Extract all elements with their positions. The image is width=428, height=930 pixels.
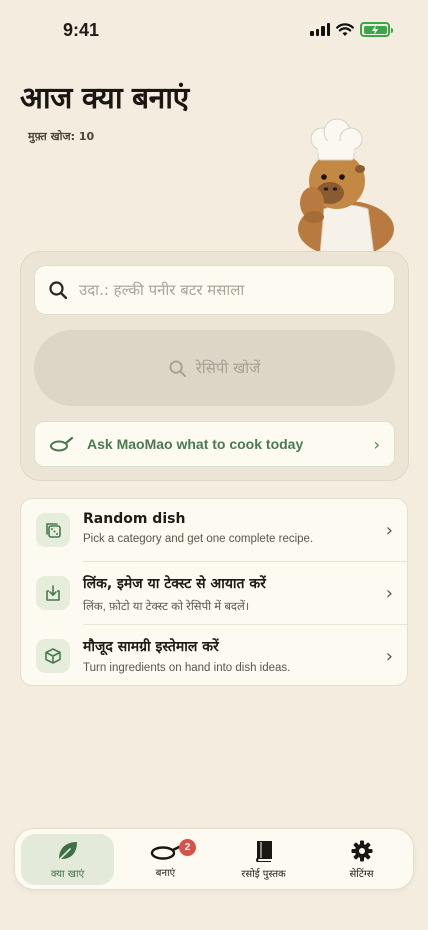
ask-maomao-label: Ask MaoMao what to cook today	[87, 436, 304, 452]
chevron-right-icon: ›	[385, 519, 393, 541]
gear-icon	[351, 840, 372, 861]
bottom-tab-bar: क्या खाएं 2 बनाएं रसोई पुस्तक सेटिंग्स	[14, 828, 414, 890]
options-list: Random dish Pick a category and get one …	[20, 498, 408, 686]
status-icons	[310, 22, 393, 37]
option-title: मौजूद सामग्री इस्तेमाल करें	[83, 639, 219, 655]
pan-icon	[150, 844, 182, 860]
wifi-icon	[336, 22, 354, 36]
battery-icon	[360, 22, 393, 37]
book-icon	[255, 840, 272, 862]
tab-label: सेटिंग्स	[349, 868, 374, 880]
search-icon	[49, 281, 67, 299]
search-recipe-button[interactable]: रेसिपी खोजें	[34, 330, 395, 406]
search-field[interactable]	[34, 265, 395, 315]
tab-what-to-eat[interactable]: क्या खाएं	[21, 834, 114, 885]
import-recipe-option[interactable]: लिंक, इमेज या टेक्स्ट से आयात करें लिंक,…	[21, 562, 407, 624]
tab-label: रसोई पुस्तक	[241, 868, 286, 880]
dice-icon	[36, 513, 70, 547]
use-ingredients-option[interactable]: मौजूद सामग्री इस्तेमाल करें Turn ingredi…	[21, 625, 407, 685]
option-subtitle: Turn ingredients on hand into dish ideas…	[83, 662, 291, 674]
ask-maomao-button[interactable]: Ask MaoMao what to cook today ›	[34, 421, 395, 467]
chevron-right-icon: ›	[385, 645, 393, 667]
random-dish-option[interactable]: Random dish Pick a category and get one …	[21, 499, 407, 561]
option-subtitle: Pick a category and get one complete rec…	[83, 533, 314, 545]
tab-cook[interactable]: 2 बनाएं	[119, 834, 212, 885]
free-search-quota: मुफ़्त खोज: 10	[28, 130, 95, 143]
search-card: रेसिपी खोजें Ask MaoMao what to cook tod…	[20, 251, 409, 481]
frying-pan-icon	[50, 436, 73, 452]
search-input[interactable]	[79, 281, 379, 299]
search-button-label: रेसिपी खोजें	[195, 359, 261, 377]
status-bar: 9:41	[0, 0, 428, 60]
chevron-right-icon: ›	[385, 582, 393, 604]
chevron-right-icon: ›	[373, 434, 380, 454]
option-title: लिंक, इमेज या टेक्स्ट से आयात करें	[83, 576, 266, 592]
tab-label: क्या खाएं	[50, 868, 85, 880]
cellular-signal-icon	[310, 23, 330, 36]
capybara-chef-mascot	[298, 118, 394, 257]
leaf-icon	[57, 841, 77, 861]
search-icon	[169, 359, 186, 377]
status-time: 9:41	[63, 20, 100, 40]
page-title: आज क्या बनाएं	[20, 81, 189, 116]
box-icon	[36, 639, 70, 673]
tab-cookbook[interactable]: रसोई पुस्तक	[217, 834, 310, 885]
option-title: Random dish	[83, 511, 186, 527]
import-icon	[36, 576, 70, 610]
option-subtitle: लिंक, फ़ोटो या टेक्स्ट को रेसिपी में बदल…	[83, 601, 250, 613]
tab-settings[interactable]: सेटिंग्स	[315, 834, 408, 885]
tab-label: बनाएं	[155, 867, 176, 879]
notification-badge: 2	[179, 839, 196, 856]
